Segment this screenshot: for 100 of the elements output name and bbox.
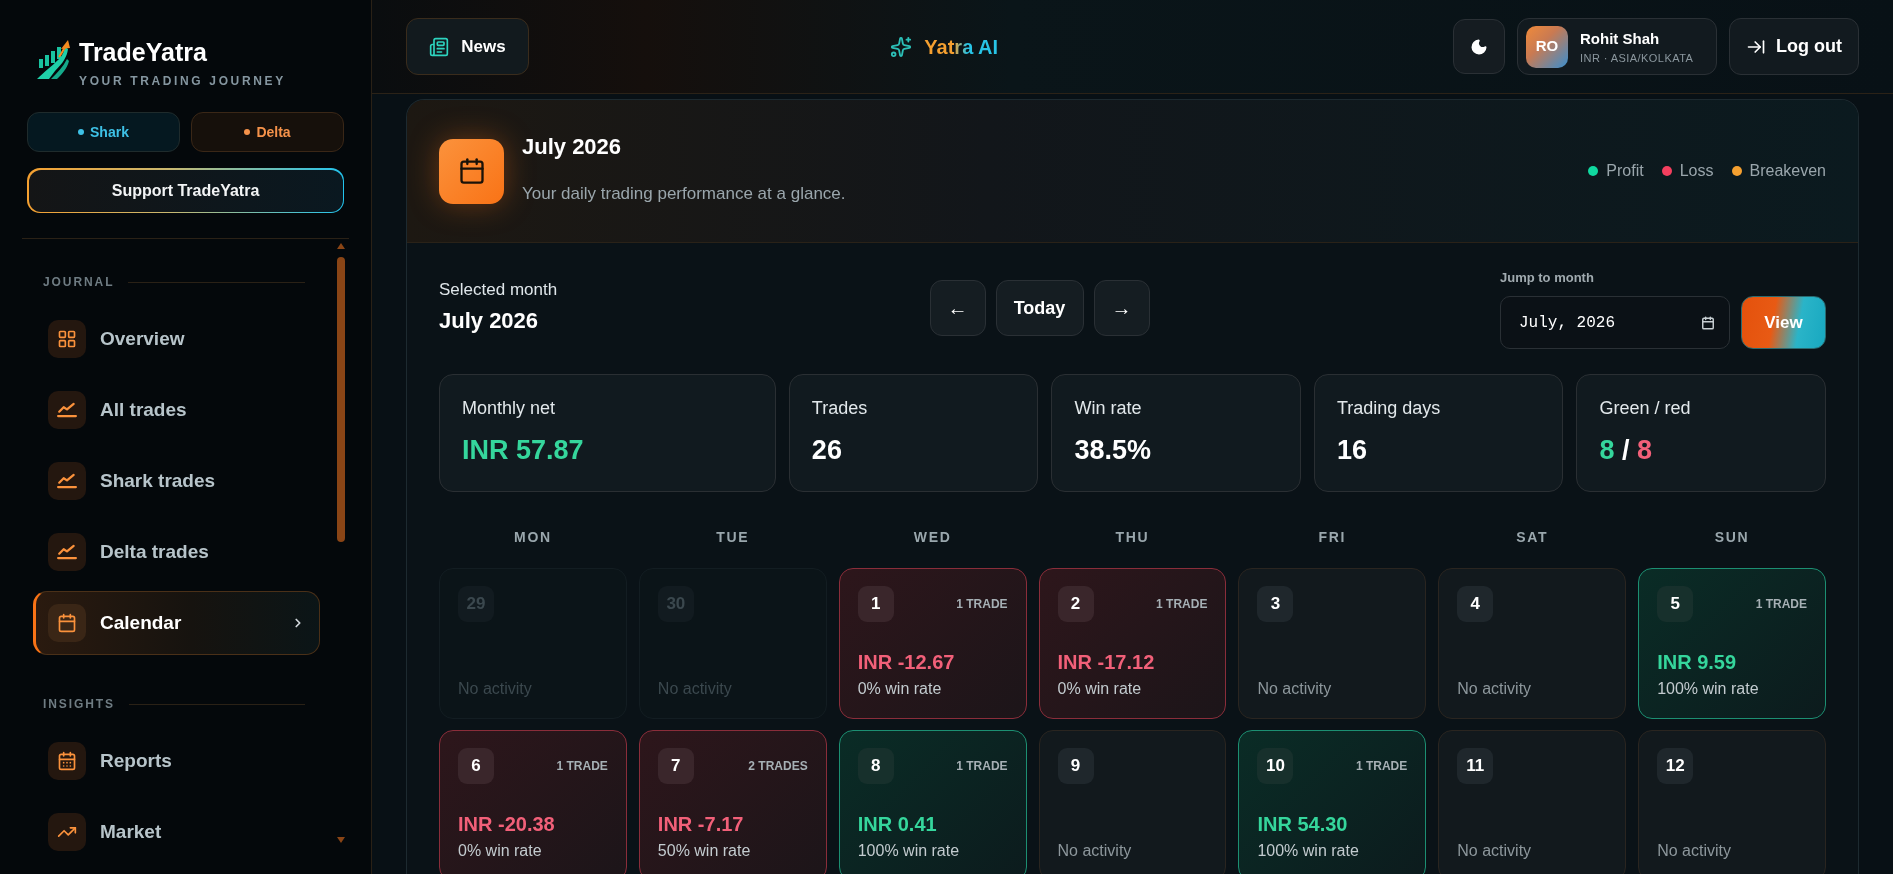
win-rate: 100% win rate — [857, 841, 961, 861]
legend-label: Loss — [1679, 161, 1714, 181]
day-cell[interactable]: 3 No activity — [1238, 568, 1427, 719]
win-rate: 0% win rate — [458, 841, 543, 861]
brand-name: TradeYatra — [79, 37, 208, 67]
trade-count: 1 TRADE — [956, 596, 1008, 613]
weekday-label: FRI — [1317, 528, 1348, 546]
trade-count: 1 TRADE — [1355, 758, 1408, 775]
weekday-label: TUE — [715, 528, 751, 546]
chart-line-icon — [48, 533, 86, 571]
selected-month-label: Selected month — [439, 279, 559, 301]
day-number: 12 — [1657, 748, 1694, 784]
sidebar-item[interactable]: Reports — [33, 729, 320, 793]
day-pnl: INR 54.30 — [1257, 812, 1349, 837]
today-button[interactable]: Today — [995, 280, 1084, 336]
calendar-icon — [439, 138, 504, 204]
day-cell[interactable]: 9 No activity — [1038, 730, 1227, 874]
stat-value: 38.5% — [1074, 434, 1152, 467]
sidebar-item[interactable]: Market — [33, 800, 320, 864]
day-number: 10 — [1257, 748, 1294, 784]
jump-to-month-label: Jump to month — [1500, 270, 1595, 286]
card-title: July 2026 — [522, 133, 623, 161]
day-cell[interactable]: 5 1 TRADE INR 9.59 100% win rate — [1638, 568, 1826, 719]
no-activity-text: No activity — [1457, 841, 1533, 861]
sidebar-item[interactable]: Shark trades — [33, 449, 320, 513]
calendar-icon[interactable] — [1701, 315, 1715, 330]
account-button[interactable]: Delta — [191, 112, 344, 152]
day-pnl: INR -12.67 — [857, 650, 956, 675]
win-rate: 0% win rate — [1057, 679, 1143, 699]
win-rate: 100% win rate — [1657, 679, 1760, 699]
calendar-icon — [48, 742, 86, 780]
stat-label: Trades — [811, 397, 869, 419]
day-cell[interactable]: 4 No activity — [1438, 568, 1627, 719]
account-button[interactable]: Shark — [27, 112, 180, 152]
day-cell[interactable]: 7 2 TRADES INR -7.17 50% win rate — [638, 730, 827, 874]
day-number: 4 — [1457, 586, 1494, 622]
trade-count: 2 TRADES — [748, 758, 808, 775]
day-number: 1 — [857, 586, 894, 622]
day-cell[interactable]: 11 No activity — [1438, 730, 1627, 874]
no-activity-text: No activity — [1257, 679, 1333, 699]
day-cell[interactable]: 12 No activity — [1638, 730, 1826, 874]
sidebar-item[interactable]: Delta trades — [33, 520, 320, 584]
logout-button[interactable]: Log out — [1729, 18, 1859, 75]
trade-count: 1 TRADE — [556, 758, 608, 775]
user-avatar: RO — [1526, 25, 1568, 68]
section-heading: INSIGHTS — [43, 696, 116, 712]
legend-label: Breakeven — [1749, 161, 1826, 181]
sparkle-icon — [890, 35, 913, 58]
calendar-icon — [48, 604, 86, 642]
day-cell[interactable]: 8 1 TRADE INR 0.41 100% win rate — [838, 730, 1027, 874]
weekday-label: MON — [513, 528, 553, 546]
section-heading: JOURNAL — [43, 274, 115, 290]
stat-value: 8 / 8 — [1599, 434, 1654, 467]
legend-label: Profit — [1606, 161, 1644, 181]
sidebar-item[interactable]: Calendar — [33, 591, 320, 655]
day-cell[interactable]: 1 1 TRADE INR -12.67 0% win rate — [838, 568, 1027, 719]
chart-line-icon — [48, 462, 86, 500]
stat-label: Monthly net — [462, 397, 557, 419]
scrollbar-thumb[interactable] — [337, 257, 345, 542]
no-activity-text: No activity — [1457, 679, 1533, 699]
brand-tagline: YOUR TRADING JOURNEY — [79, 73, 286, 89]
card-subtitle: Your daily trading performance at a glance. — [522, 183, 846, 205]
scroll-down-icon[interactable] — [337, 837, 345, 843]
day-number: 2 — [1057, 586, 1094, 622]
day-pnl: INR -7.17 — [657, 812, 745, 837]
stat-label: Trading days — [1336, 397, 1442, 419]
user-name: Rohit Shah — [1580, 28, 1661, 48]
grid-icon — [48, 320, 86, 358]
scroll-up-icon[interactable] — [337, 243, 345, 249]
trade-count: 1 TRADE — [956, 758, 1008, 775]
day-pnl: INR -20.38 — [458, 812, 556, 837]
newspaper-icon — [429, 36, 450, 57]
sidebar-item[interactable]: Overview — [33, 307, 320, 371]
previous-month-button[interactable]: ← — [929, 280, 986, 336]
day-number: 6 — [458, 748, 494, 784]
day-cell[interactable]: 2 1 TRADE INR -17.12 0% win rate — [1038, 568, 1227, 719]
win-rate: 50% win rate — [657, 841, 752, 861]
day-number: 9 — [1057, 748, 1094, 784]
no-activity-text: No activity — [1657, 841, 1732, 861]
trade-count: 1 TRADE — [1755, 596, 1807, 613]
trade-count: 1 TRADE — [1156, 596, 1208, 613]
day-pnl: INR 9.59 — [1657, 650, 1738, 675]
day-number: 7 — [657, 748, 694, 784]
user-card[interactable]: RO Rohit Shah INR · ASIA/KOLKATA — [1517, 18, 1717, 75]
weekday-label: THU — [1114, 528, 1151, 546]
theme-toggle-button[interactable] — [1453, 19, 1505, 74]
support-button[interactable]: Support TradeYatra — [27, 168, 344, 213]
win-rate: 0% win rate — [857, 679, 943, 699]
day-cell[interactable]: 10 1 TRADE INR 54.30 100% win rate — [1238, 730, 1427, 874]
next-month-button[interactable]: → — [1093, 280, 1150, 336]
chart-line-icon — [48, 391, 86, 429]
month-input[interactable]: July, 2026 — [1500, 296, 1730, 349]
stat-label: Win rate — [1074, 397, 1143, 419]
stat-label: Green / red — [1599, 397, 1692, 419]
day-cell[interactable]: 6 1 TRADE INR -20.38 0% win rate — [439, 730, 627, 874]
stat-value: 16 — [1336, 434, 1368, 467]
moon-icon — [1470, 37, 1488, 56]
news-button[interactable]: News — [406, 18, 529, 75]
sidebar-item[interactable]: All trades — [33, 378, 320, 442]
selected-month-value: July 2026 — [439, 307, 540, 335]
